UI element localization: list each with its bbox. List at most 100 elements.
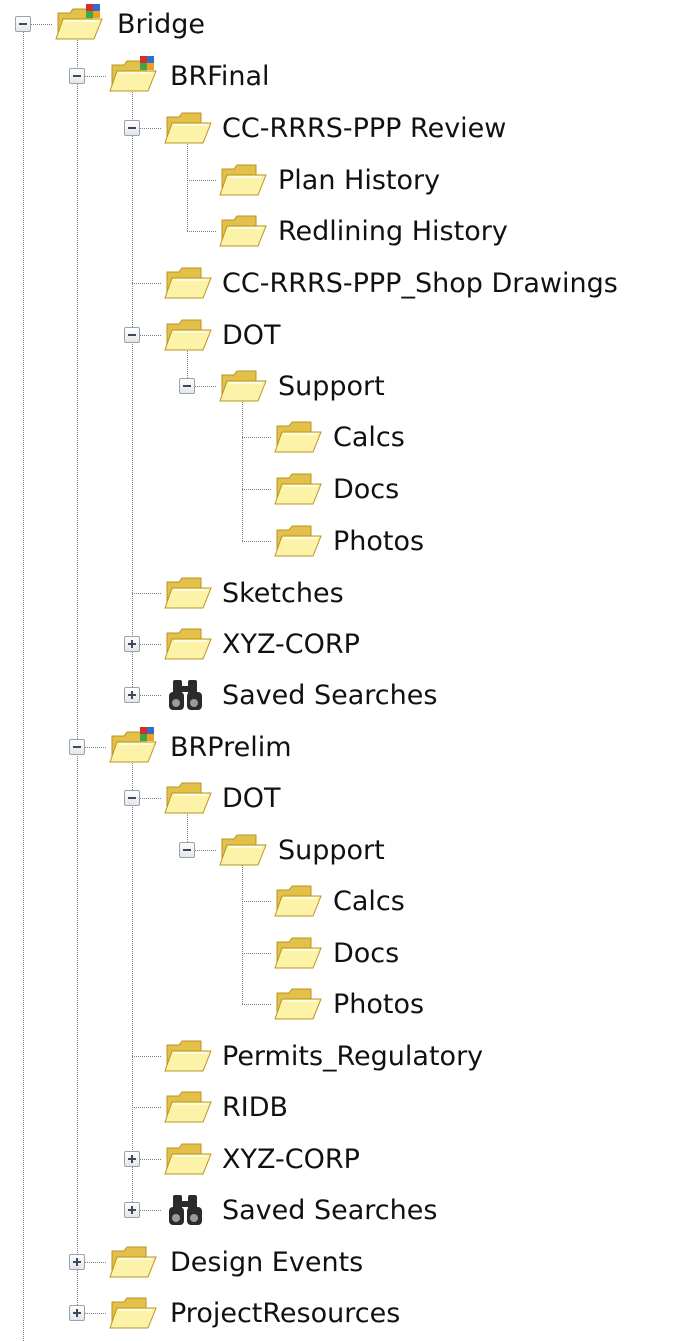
tree-node-label: RIDB [222,1091,289,1123]
tree-connector-line [132,1107,161,1108]
tree-node-redlining-history[interactable]: Redlining History [278,209,508,253]
tree-node-cc-rrrs-ppp-shop-drawings[interactable]: CC-RRRS-PPP_Shop Drawings [222,261,618,305]
tree-node-sketches[interactable]: Sketches [222,571,344,615]
tree-node-docs[interactable]: Docs [333,467,399,511]
tree-node-brprelim[interactable]: BRPrelim [170,725,292,769]
collapse-minus-icon[interactable] [179,378,195,394]
tree-node-design-events[interactable]: Design Events [170,1240,363,1284]
tree-node-docs[interactable]: Docs [333,931,399,975]
tree-node-calcs[interactable]: Calcs [333,415,405,459]
tree-node-saved-searches[interactable]: Saved Searches [222,673,437,717]
tree-node-label: DOT [222,782,281,814]
folder-icon [271,520,325,564]
collapse-minus-icon[interactable] [15,16,31,32]
tree-connector-line [242,386,243,541]
tree-node-cc-rrrs-ppp-review[interactable]: CC-RRRS-PPP Review [222,106,506,150]
tree-connector-line [132,76,133,695]
tree-node-dot[interactable]: DOT [222,313,281,357]
tree-connector-line [242,850,243,1004]
tree-node-dot[interactable]: DOT [222,776,281,820]
folder-icon [271,468,325,512]
folder-icon [161,777,215,821]
tree-connector-line [132,1056,161,1057]
folder-icon [161,262,215,306]
collapse-minus-icon[interactable] [69,739,85,755]
tree-node-label: CC-RRRS-PPP Review [222,112,507,144]
tree-node-label: Photos [333,988,425,1020]
tree-node-label: DOT [222,319,281,351]
expand-plus-icon[interactable] [124,1202,140,1218]
folder-icon [161,107,215,151]
tree-node-photos[interactable]: Photos [333,519,424,563]
tree-node-projectresources[interactable]: ProjectResources [170,1291,400,1335]
tree-node-permits-regulatory[interactable]: Permits_Regulatory [222,1034,483,1078]
tree-connector-line [242,901,271,902]
tree-node-label: Redlining History [278,215,508,247]
tree-connector-line [187,231,216,232]
expand-plus-icon[interactable] [124,1151,140,1167]
tree-node-label: Photos [333,525,425,557]
tree-node-label: Docs [333,937,400,969]
tree-node-label: XYZ-CORP [222,628,360,660]
expand-plus-icon[interactable] [69,1254,85,1270]
tree-node-plan-history[interactable]: Plan History [278,158,440,202]
project-folder-icon [106,55,160,99]
project-tree: Bridge BRFinal CC-RRRS-PPP Review Plan Hist… [0,0,681,1341]
collapse-minus-icon[interactable] [124,327,140,343]
tree-node-label: BRFinal [170,60,270,92]
folder-icon [161,1138,215,1182]
tree-node-label: Saved Searches [222,1194,438,1226]
tree-node-photos[interactable]: Photos [333,982,424,1026]
collapse-minus-icon[interactable] [124,120,140,136]
tree-node-xyz-corp[interactable]: XYZ-CORP [222,622,360,666]
collapse-minus-icon[interactable] [124,790,140,806]
folder-icon [271,416,325,460]
expand-plus-icon[interactable] [124,636,140,652]
tree-node-saved-searches[interactable]: Saved Searches [222,1188,437,1232]
tree-node-label: Saved Searches [222,679,438,711]
tree-connector-line [23,24,24,1341]
folder-icon [271,932,325,976]
tree-connector-line [132,747,133,1210]
tree-node-label: Docs [333,473,400,505]
project-folder-icon [106,726,160,770]
folder-icon [161,314,215,358]
tree-node-xyz-corp[interactable]: XYZ-CORP [222,1137,360,1181]
tree-node-label: Calcs [333,421,405,453]
folder-icon [106,1292,160,1336]
folder-icon [161,1086,215,1130]
tree-connector-line [132,283,161,284]
folder-icon [216,829,270,873]
tree-connector-line [132,593,161,594]
tree-node-label: Support [278,834,385,866]
project-folder-icon [52,3,106,47]
folder-icon [216,159,270,203]
folder-icon [216,210,270,254]
tree-node-ridb[interactable]: RIDB [222,1085,288,1129]
tree-connector-line [77,24,78,1313]
folder-icon [161,1035,215,1079]
collapse-minus-icon[interactable] [179,842,195,858]
tree-connector-line [242,541,271,542]
tree-node-label: ProjectResources [170,1297,401,1329]
tree-node-brfinal[interactable]: BRFinal [170,54,270,98]
tree-connector-line [187,180,216,181]
tree-connector-line [242,1004,271,1005]
folder-icon [161,623,215,667]
tree-node-label: BRPrelim [170,731,292,763]
expand-plus-icon[interactable] [124,687,140,703]
collapse-minus-icon[interactable] [69,68,85,84]
tree-connector-line [242,953,271,954]
tree-node-bridge[interactable]: Bridge [117,2,205,46]
tree-node-support[interactable]: Support [278,364,385,408]
tree-node-support[interactable]: Support [278,828,385,872]
folder-icon [216,365,270,409]
tree-connector-line [242,489,271,490]
expand-plus-icon[interactable] [69,1305,85,1321]
folder-icon [106,1241,160,1285]
tree-node-label: Design Events [170,1246,364,1278]
tree-node-label: XYZ-CORP [222,1143,360,1175]
tree-connector-line [242,437,271,438]
tree-node-calcs[interactable]: Calcs [333,879,405,923]
tree-node-label: CC-RRRS-PPP_Shop Drawings [222,267,618,299]
